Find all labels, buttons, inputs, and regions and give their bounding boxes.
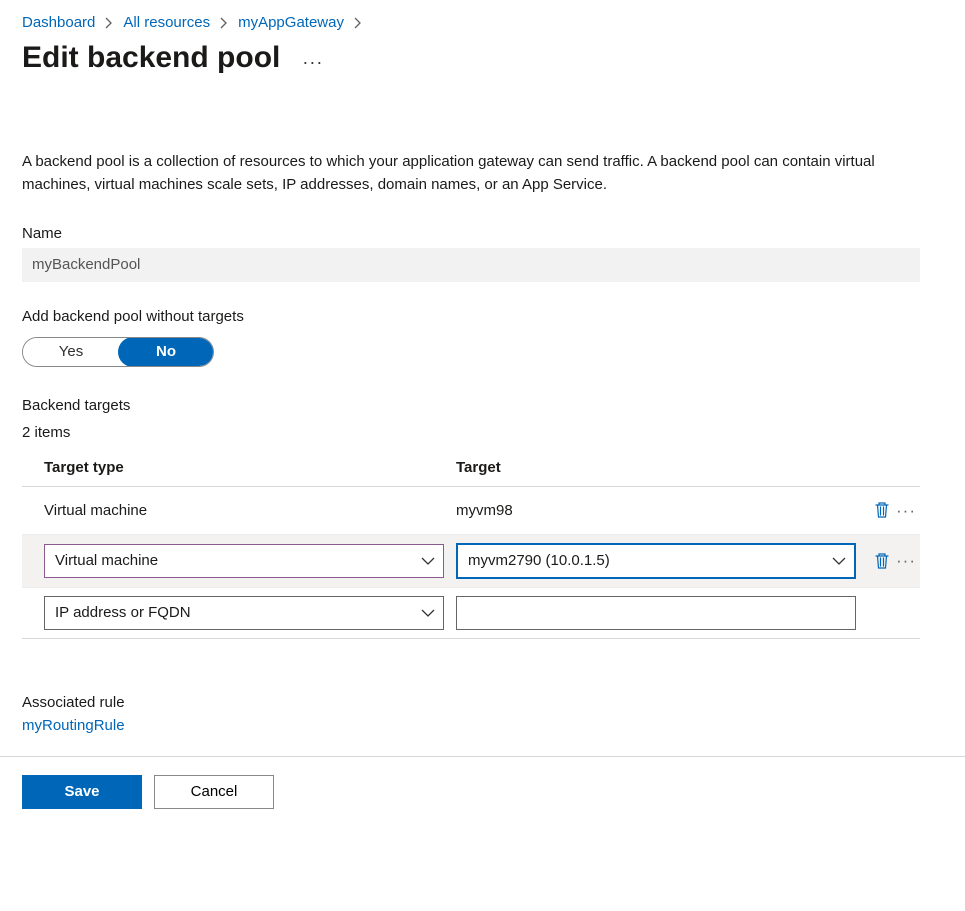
column-target-type: Target type (44, 459, 456, 476)
backend-targets-count: 2 items (22, 424, 943, 441)
delete-icon[interactable] (874, 501, 890, 519)
breadcrumb-link-all-resources[interactable]: All resources (123, 14, 210, 31)
chevron-down-icon (832, 556, 846, 566)
table-row: Virtual machine myvm2790 (10.0.1.5) (22, 535, 920, 588)
chevron-down-icon (421, 556, 435, 566)
target-select[interactable]: myvm2790 (10.0.1.5) (456, 543, 856, 579)
page-description: A backend pool is a collection of resour… (22, 150, 922, 197)
add-without-targets-toggle[interactable]: Yes No (22, 337, 214, 367)
table-row: IP address or FQDN (22, 588, 920, 639)
row-more-icon[interactable]: ··· (896, 552, 916, 569)
target-type-select[interactable]: Virtual machine (44, 544, 444, 578)
name-input[interactable] (22, 248, 920, 282)
associated-rule-link[interactable]: myRoutingRule (22, 717, 125, 734)
targets-table: Target type Target Virtual machine myvm9… (22, 449, 920, 639)
footer-bar: Save Cancel (0, 756, 965, 827)
page-title: Edit backend pool (22, 41, 280, 75)
column-target: Target (456, 459, 501, 476)
toggle-yes[interactable]: Yes (23, 338, 119, 366)
cancel-button[interactable]: Cancel (154, 775, 274, 809)
add-without-targets-label: Add backend pool without targets (22, 308, 943, 325)
breadcrumb-link-myappgateway[interactable]: myAppGateway (238, 14, 344, 31)
target-input[interactable] (456, 596, 856, 630)
target-value: myvm98 (456, 502, 513, 519)
associated-rule-label: Associated rule (22, 694, 943, 711)
breadcrumb-link-dashboard[interactable]: Dashboard (22, 14, 95, 31)
save-button[interactable]: Save (22, 775, 142, 809)
backend-targets-label: Backend targets (22, 397, 943, 414)
row-more-icon[interactable]: ··· (896, 502, 916, 519)
more-actions-icon[interactable]: ··· (302, 45, 323, 71)
name-label: Name (22, 225, 943, 242)
target-type-value: Virtual machine (44, 502, 147, 519)
delete-icon[interactable] (874, 552, 890, 570)
chevron-right-icon (105, 17, 113, 29)
target-type-select[interactable]: IP address or FQDN (44, 596, 444, 630)
table-row: Virtual machine myvm98 ··· (22, 487, 920, 535)
chevron-right-icon (220, 17, 228, 29)
toggle-no[interactable]: No (118, 337, 214, 367)
breadcrumb: Dashboard All resources myAppGateway (22, 14, 943, 31)
chevron-right-icon (354, 17, 362, 29)
chevron-down-icon (421, 608, 435, 618)
